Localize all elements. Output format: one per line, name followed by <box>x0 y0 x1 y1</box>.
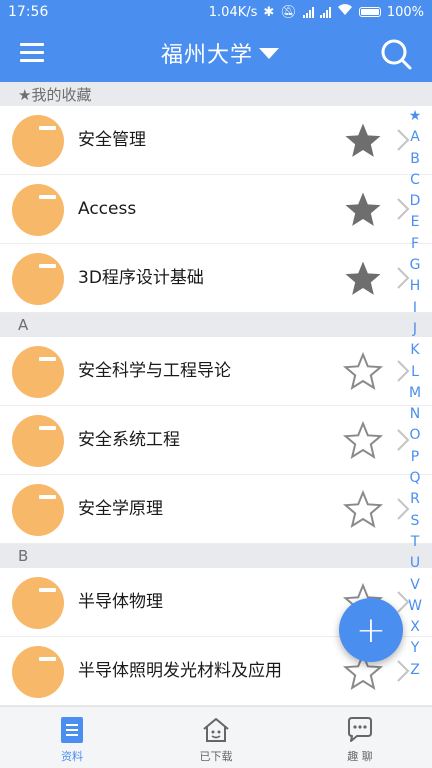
status-time: 17:56 <box>8 4 49 20</box>
course-name: 安全管理 <box>78 130 146 150</box>
index-letter[interactable]: ★ <box>404 106 426 127</box>
wifi-icon <box>337 4 353 20</box>
index-letter[interactable]: B <box>404 149 426 170</box>
index-letter[interactable]: S <box>404 511 426 532</box>
tab-label: 资料 <box>61 750 83 763</box>
mute-icon: 🔕︎ <box>280 4 297 20</box>
course-name: 半导体物理 <box>78 592 163 612</box>
course-avatar <box>12 577 64 629</box>
school-selector[interactable]: 福州大学 <box>150 34 290 72</box>
index-letter[interactable]: I <box>404 298 426 319</box>
tab-label: 趣 聊 <box>347 750 373 763</box>
course-name: 安全科学与工程导论 <box>78 361 231 381</box>
index-letter[interactable]: V <box>404 575 426 596</box>
tab-materials[interactable]: 资料 <box>0 707 144 768</box>
course-name: 安全学原理 <box>78 499 163 519</box>
index-letter[interactable]: P <box>404 447 426 468</box>
app-bar: 福州大学 <box>0 24 432 82</box>
course-row[interactable]: 安全管理 <box>0 106 432 175</box>
course-row[interactable]: Access <box>0 175 432 244</box>
section-header-favorites: ★我的收藏 <box>0 82 432 106</box>
course-avatar <box>12 646 64 698</box>
course-avatar <box>12 184 64 236</box>
index-letter[interactable]: C <box>404 170 426 191</box>
menu-icon[interactable] <box>10 37 54 69</box>
index-letter[interactable]: W <box>404 596 426 617</box>
page-title: 福州大学 <box>160 43 253 68</box>
document-icon <box>61 717 83 743</box>
tab-chat[interactable]: 趣 聊 <box>288 707 432 768</box>
bluetooth-icon: ✱ <box>263 4 275 20</box>
course-avatar <box>12 115 64 167</box>
index-letter[interactable]: O <box>404 425 426 446</box>
index-letter[interactable]: A <box>404 127 426 148</box>
index-letter[interactable]: N <box>404 404 426 425</box>
bottom-nav: 资料 已下载 趣 聊 <box>0 706 432 768</box>
course-avatar <box>12 346 64 398</box>
index-letter[interactable]: H <box>404 276 426 297</box>
index-letter[interactable]: E <box>404 212 426 233</box>
index-letter[interactable]: L <box>404 362 426 383</box>
star-outline-icon[interactable] <box>342 421 384 461</box>
course-row[interactable]: 安全系统工程 <box>0 406 432 475</box>
index-letter[interactable]: Z <box>404 660 426 681</box>
search-icon[interactable] <box>376 34 416 74</box>
status-bar: 17:56 1.04K/s ✱ 🔕︎ 100% <box>0 0 432 24</box>
course-row[interactable]: 3D程序设计基础 <box>0 244 432 313</box>
chat-icon <box>348 717 372 742</box>
battery-icon <box>358 7 381 17</box>
index-letter[interactable]: T <box>404 532 426 553</box>
star-filled-icon[interactable] <box>342 190 384 230</box>
course-row[interactable]: 安全学原理 <box>0 475 432 544</box>
course-row[interactable]: 安全科学与工程导论 <box>0 337 432 406</box>
star-filled-icon[interactable] <box>342 121 384 161</box>
status-indicators: 1.04K/s ✱ 🔕︎ 100% <box>209 4 424 20</box>
star-outline-icon[interactable] <box>342 352 384 392</box>
course-avatar <box>12 415 64 467</box>
add-button[interactable]: + <box>339 598 403 662</box>
section-header-a: A <box>0 313 432 337</box>
star-outline-icon[interactable] <box>342 490 384 530</box>
house-icon <box>203 718 229 742</box>
index-letter[interactable]: X <box>404 617 426 638</box>
network-speed: 1.04K/s <box>208 4 258 20</box>
index-letter[interactable]: D <box>404 191 426 212</box>
signal-icon-2 <box>319 6 331 18</box>
course-avatar <box>12 484 64 536</box>
course-name: 3D程序设计基础 <box>78 268 204 288</box>
course-name: 安全系统工程 <box>78 430 180 450</box>
index-letter[interactable]: U <box>404 553 426 574</box>
index-letter[interactable]: G <box>404 255 426 276</box>
index-letter[interactable]: F <box>404 234 426 255</box>
tab-label: 已下载 <box>199 750 233 763</box>
tab-downloaded[interactable]: 已下载 <box>144 707 288 768</box>
signal-icon <box>302 6 314 18</box>
index-letter[interactable]: R <box>404 489 426 510</box>
index-letter[interactable]: J <box>404 319 426 340</box>
course-name: Access <box>78 199 137 219</box>
alphabet-index[interactable]: ★ A B C D E F G H I J K L M N O P Q R S … <box>404 106 426 681</box>
section-header-b: B <box>0 544 432 568</box>
course-avatar <box>12 253 64 305</box>
star-filled-icon[interactable] <box>342 259 384 299</box>
index-letter[interactable]: K <box>404 340 426 361</box>
index-letter[interactable]: M <box>404 383 426 404</box>
course-name: 半导体照明发光材料及应用 <box>78 661 282 681</box>
battery-level: 100% <box>386 4 424 20</box>
caret-down-icon <box>259 47 279 59</box>
index-letter[interactable]: Q <box>404 468 426 489</box>
index-letter[interactable]: Y <box>404 638 426 659</box>
